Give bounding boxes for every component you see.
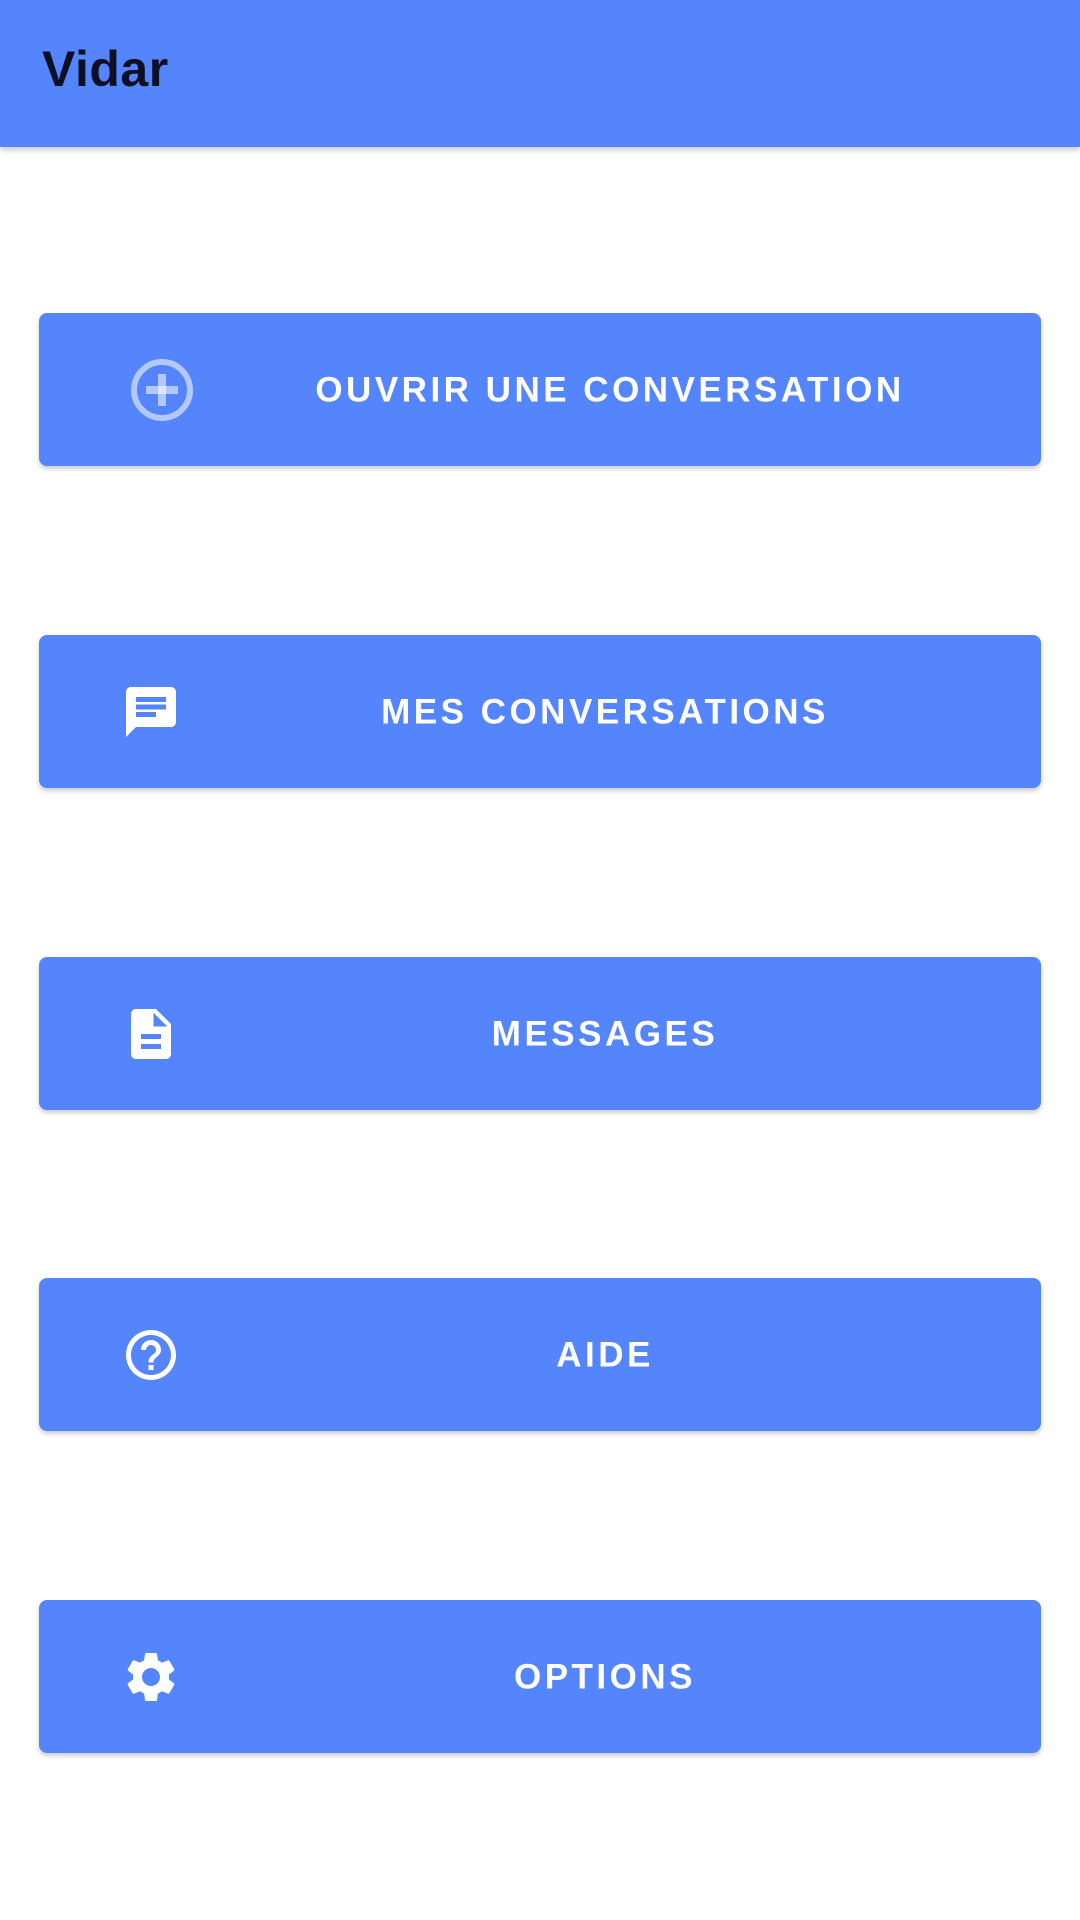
open-conversation-button[interactable]: OUVRIR UNE CONVERSATION bbox=[39, 313, 1041, 466]
messages-button[interactable]: MESSAGES bbox=[39, 957, 1041, 1110]
app-title: Vidar bbox=[42, 41, 169, 97]
help-button[interactable]: AIDE bbox=[39, 1278, 1041, 1431]
options-button[interactable]: OPTIONS bbox=[39, 1600, 1041, 1753]
my-conversations-label: MES CONVERSATIONS bbox=[381, 692, 829, 731]
messages-label: MESSAGES bbox=[491, 1014, 719, 1053]
my-conversations-button[interactable]: MES CONVERSATIONS bbox=[39, 635, 1041, 788]
options-label: OPTIONS bbox=[513, 1657, 697, 1696]
add-circle-icon bbox=[131, 358, 193, 421]
open-conversation-label: OUVRIR UNE CONVERSATION bbox=[315, 370, 905, 409]
app-bar: Vidar bbox=[0, 0, 1080, 147]
help-label: AIDE bbox=[556, 1335, 654, 1374]
